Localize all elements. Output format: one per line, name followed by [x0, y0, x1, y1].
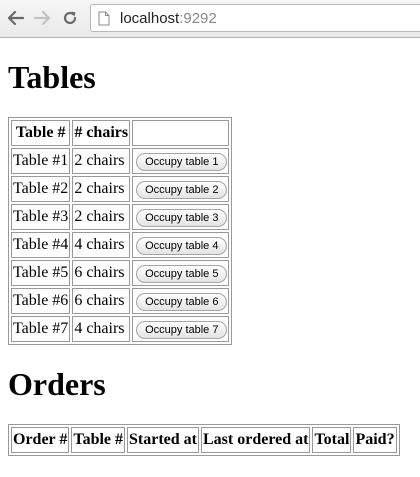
occupy-table-6-button[interactable]: Occupy table 6	[136, 292, 228, 311]
table-row: Table #4 4 chairs Occupy table 4	[11, 232, 230, 258]
column-header-paid: Paid?	[353, 427, 397, 453]
orders-header-row: Order # Table # Started at Last ordered …	[11, 427, 397, 453]
chairs-cell: 4 chairs	[72, 316, 131, 342]
chairs-cell: 2 chairs	[72, 148, 131, 174]
action-cell: Occupy table 2	[132, 176, 230, 202]
table-row: Table #1 2 chairs Occupy table 1	[11, 148, 230, 174]
column-header-started-at: Started at	[127, 427, 199, 453]
occupy-table-2-button[interactable]: Occupy table 2	[136, 180, 228, 199]
occupy-table-7-button[interactable]: Occupy table 7	[136, 320, 228, 339]
action-cell: Occupy table 6	[132, 288, 230, 314]
column-header-total: Total	[312, 427, 352, 453]
table-number-cell: Table #7	[11, 316, 71, 342]
back-arrow-icon[interactable]	[6, 8, 26, 28]
chairs-cell: 6 chairs	[72, 288, 131, 314]
tables-table: Table # # chairs Table #1 2 chairs Occup…	[8, 117, 233, 345]
tables-header-row: Table # # chairs	[11, 120, 230, 146]
url-host: localhost	[120, 9, 180, 27]
table-number-cell: Table #6	[11, 288, 71, 314]
reload-icon[interactable]	[60, 8, 80, 28]
address-bar[interactable]: localhost:9292	[90, 4, 420, 32]
orders-heading: Orders	[8, 366, 106, 402]
forward-arrow-icon[interactable]	[32, 8, 52, 28]
page-icon	[98, 10, 112, 26]
table-row: Table #3 2 chairs Occupy table 3	[11, 204, 230, 230]
occupy-table-5-button[interactable]: Occupy table 5	[136, 264, 228, 283]
chairs-cell: 2 chairs	[72, 204, 131, 230]
table-row: Table #5 6 chairs Occupy table 5	[11, 260, 230, 286]
occupy-table-3-button[interactable]: Occupy table 3	[136, 208, 228, 227]
action-cell: Occupy table 5	[132, 260, 230, 286]
table-row: Table #7 4 chairs Occupy table 7	[11, 316, 230, 342]
column-header-order-number: Order #	[11, 427, 70, 453]
column-header-last-ordered-at: Last ordered at	[201, 427, 311, 453]
column-header-table-number: Table #	[11, 120, 71, 146]
action-cell: Occupy table 1	[132, 148, 230, 174]
table-number-cell: Table #3	[11, 204, 71, 230]
action-cell: Occupy table 3	[132, 204, 230, 230]
table-number-cell: Table #1	[11, 148, 71, 174]
orders-table: Order # Table # Started at Last ordered …	[8, 424, 400, 456]
table-number-cell: Table #5	[11, 260, 71, 286]
chairs-cell: 4 chairs	[72, 232, 131, 258]
occupy-table-4-button[interactable]: Occupy table 4	[136, 236, 228, 255]
column-header-action	[132, 120, 230, 146]
occupy-table-1-button[interactable]: Occupy table 1	[136, 152, 228, 171]
url-port: :9292	[179, 9, 217, 27]
action-cell: Occupy table 7	[132, 316, 230, 342]
table-row: Table #2 2 chairs Occupy table 2	[11, 176, 230, 202]
tables-heading: Tables	[8, 59, 96, 95]
chairs-cell: 6 chairs	[72, 260, 131, 286]
chairs-cell: 2 chairs	[72, 176, 131, 202]
browser-toolbar: localhost:9292	[0, 0, 420, 38]
page-content: Tables Table # # chairs Table #1 2 chair…	[8, 38, 413, 456]
table-row: Table #6 6 chairs Occupy table 6	[11, 288, 230, 314]
table-number-cell: Table #2	[11, 176, 71, 202]
table-number-cell: Table #4	[11, 232, 71, 258]
column-header-table-number: Table #	[71, 427, 126, 453]
action-cell: Occupy table 4	[132, 232, 230, 258]
column-header-chairs: # chairs	[72, 120, 131, 146]
